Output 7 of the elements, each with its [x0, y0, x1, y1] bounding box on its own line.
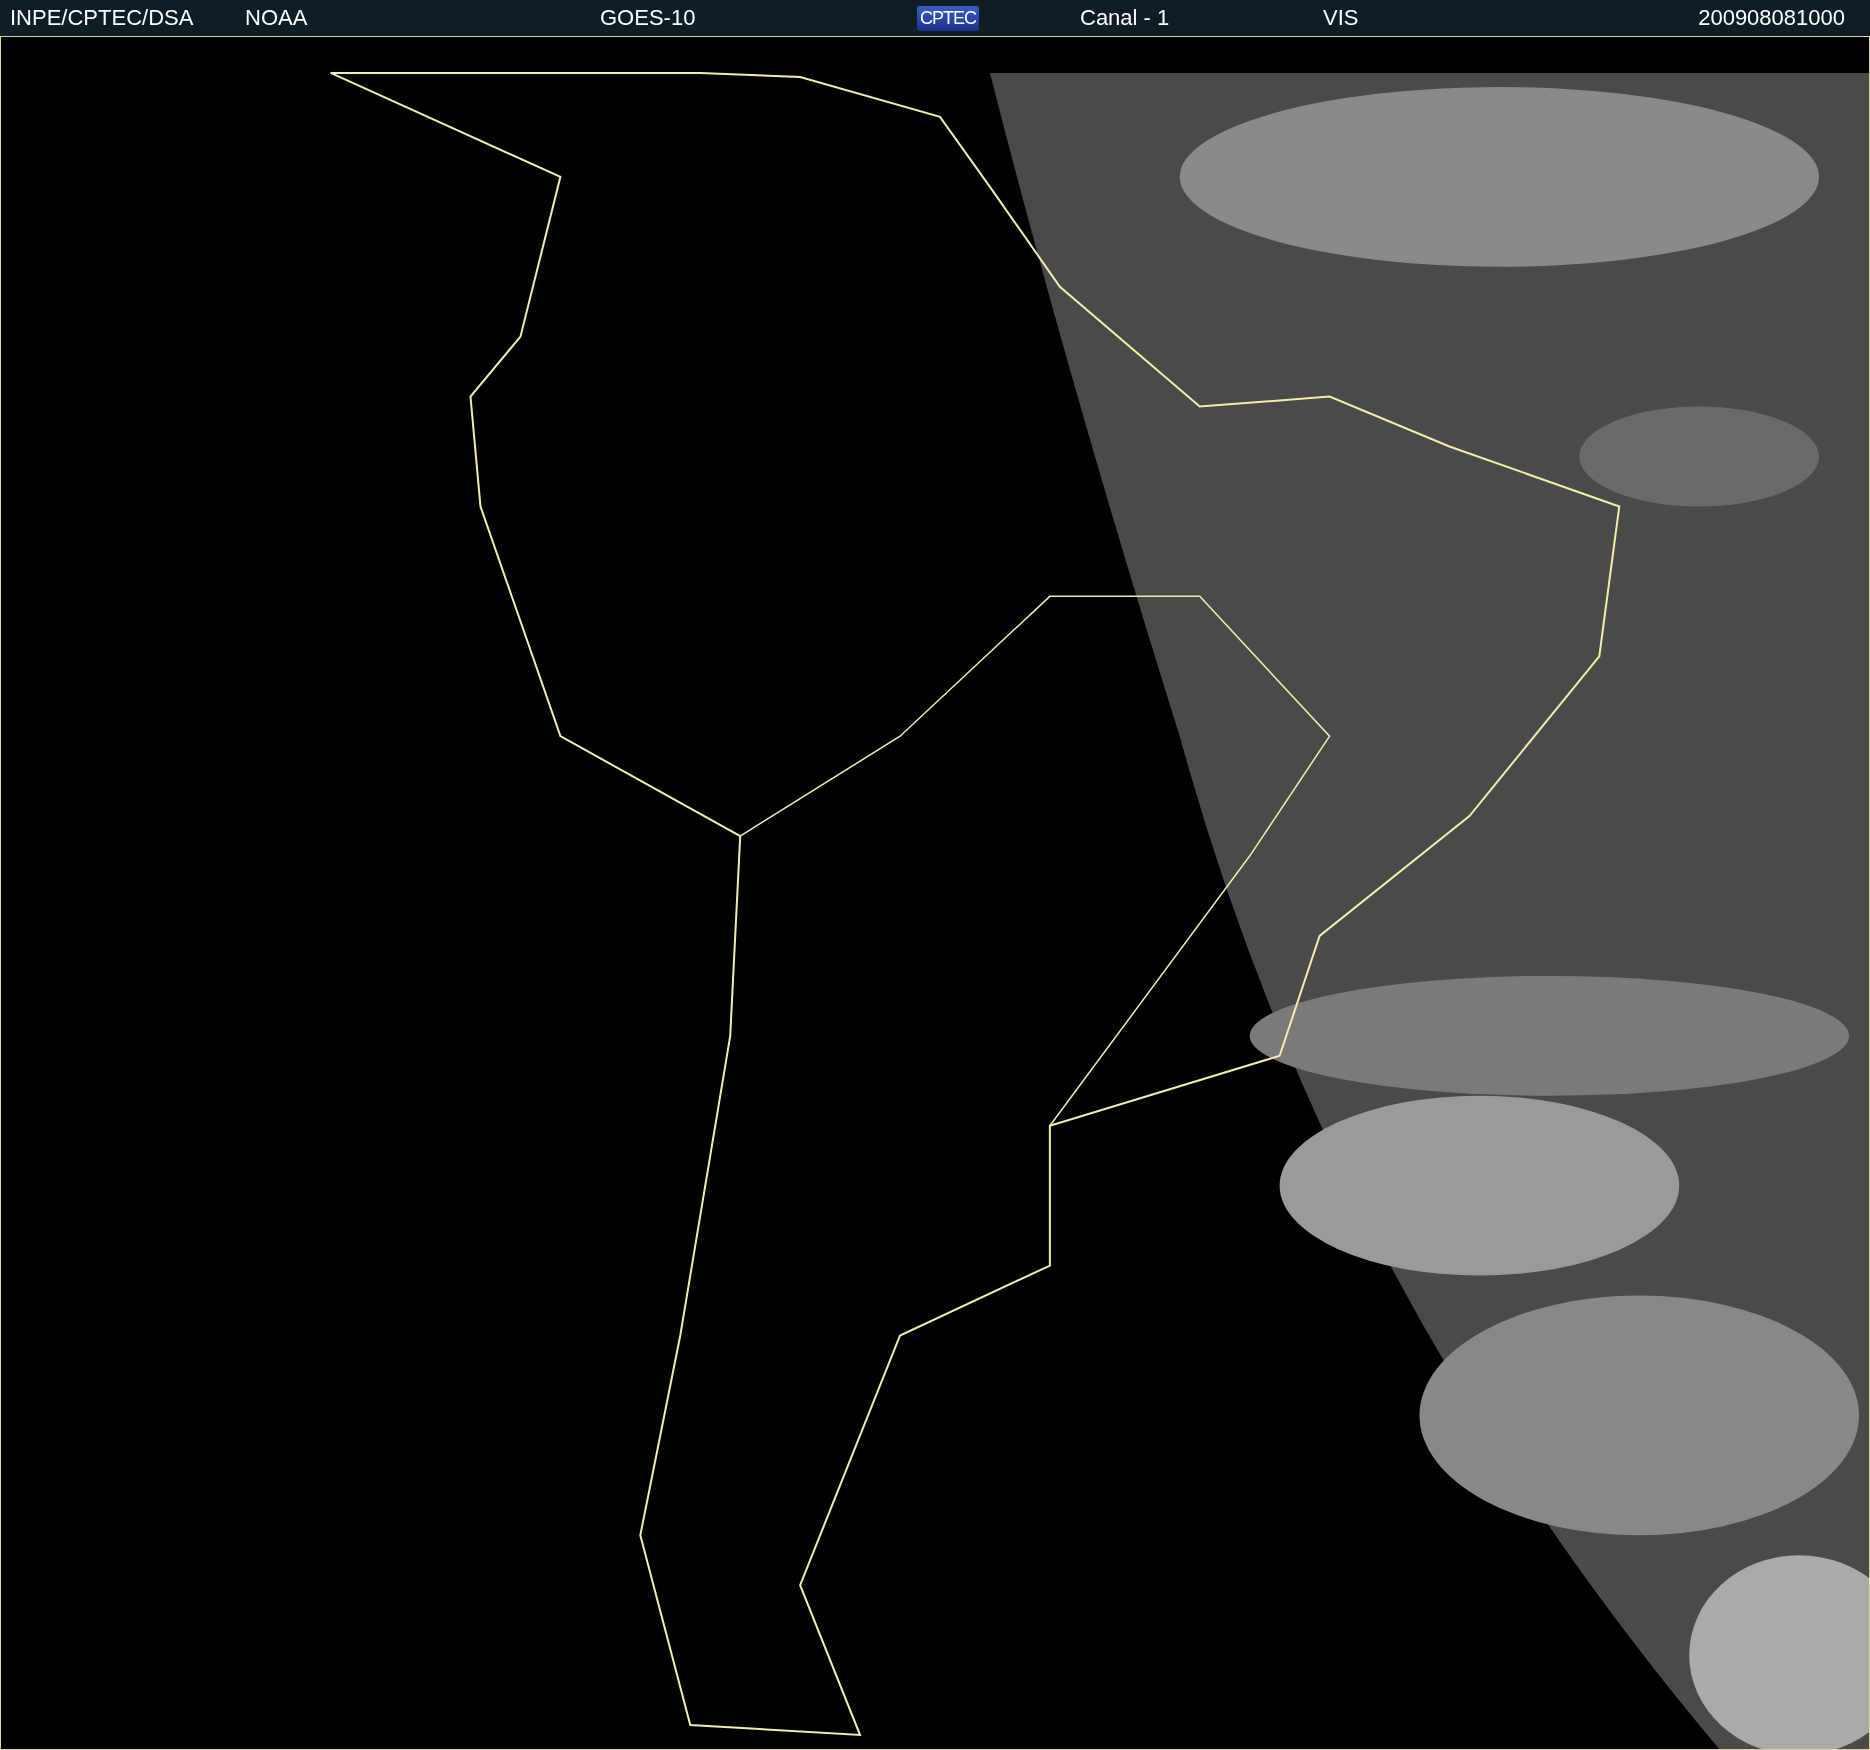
header-label: 200908081000: [1698, 5, 1845, 30]
header-label: GOES-10: [600, 5, 696, 30]
logo: CPTEC: [917, 5, 979, 31]
header-label: INPE/CPTEC/DSA: [10, 5, 194, 30]
header-label: NOAA: [245, 5, 308, 30]
header-label: VIS: [1323, 5, 1359, 30]
header-label: Canal - 1: [1080, 5, 1170, 30]
